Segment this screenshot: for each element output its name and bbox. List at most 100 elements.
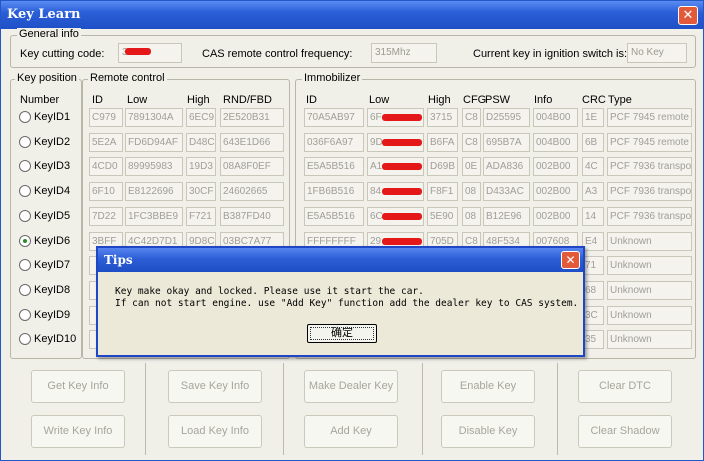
key-position-radio[interactable]: KeyID3 — [19, 160, 70, 173]
remote-cell[interactable]: 19D3 — [186, 157, 216, 177]
radio-circle-icon — [19, 308, 31, 321]
redaction-mark — [382, 114, 422, 121]
immobilizer-cell[interactable]: 1E — [582, 108, 604, 127]
immobilizer-cell[interactable]: Unknown — [607, 280, 692, 300]
immobilizer-cell[interactable]: C8 — [462, 132, 481, 152]
remote-cell[interactable]: 5E2A — [89, 132, 123, 152]
immobilizer-cell[interactable]: A3 — [582, 182, 604, 202]
key-position-radio[interactable]: KeyID8 — [19, 283, 70, 296]
key-position-radio[interactable]: KeyID4 — [19, 185, 70, 198]
cas-frequency-field[interactable]: 315Mhz — [371, 43, 437, 63]
immobilizer-cell[interactable]: 4C — [582, 157, 604, 177]
immobilizer-cell[interactable]: 5E90 — [427, 206, 458, 226]
immobilizer-cell[interactable]: 004B00 — [533, 108, 578, 127]
remote-cell[interactable]: 30CF — [186, 182, 216, 202]
remote-cell[interactable]: B387FD40 — [220, 206, 284, 226]
button-divider — [283, 363, 284, 455]
remote-cell[interactable]: D48C — [186, 132, 216, 152]
remote-cell[interactable]: 89995983 — [125, 157, 183, 177]
remote-cell[interactable]: 6F10 — [89, 182, 123, 202]
save-key-info-button[interactable]: Save Key Info — [168, 370, 262, 403]
immobilizer-cell[interactable]: 08 — [462, 206, 481, 226]
remote-cell[interactable]: 2E520B31 — [220, 108, 284, 127]
immobilizer-cell[interactable]: 036F6A97 — [304, 132, 364, 152]
immobilizer-cell[interactable]: Unknown — [607, 231, 692, 251]
immobilizer-cell[interactable]: 695B7A — [483, 132, 530, 152]
load-key-info-button[interactable]: Load Key Info — [168, 415, 262, 448]
remote-cell[interactable]: 7D22 — [89, 206, 123, 226]
key-position-radio[interactable]: KeyID2 — [19, 135, 71, 148]
immobilizer-cell[interactable]: PCF 7945 remote — [607, 108, 692, 127]
immobilizer-cell[interactable]: 35 — [582, 330, 604, 350]
remote-cell[interactable]: 1FC3BBE9 — [125, 206, 183, 226]
key-position-radio[interactable]: KeyID9 — [19, 308, 70, 321]
remote-cell[interactable]: 7891304A — [125, 108, 183, 127]
remote-cell[interactable]: 24602665 — [220, 182, 284, 202]
immobilizer-cell[interactable]: 004B00 — [533, 132, 578, 152]
dialog-close-icon[interactable]: ✕ — [561, 251, 580, 269]
immobilizer-cell[interactable]: 002B00 — [533, 206, 578, 226]
immobilizer-cell[interactable]: 68 — [582, 280, 604, 300]
remote-cell[interactable]: 643E1D66 — [220, 132, 284, 152]
immobilizer-cell[interactable]: PCF 7936 transpo — [607, 157, 692, 177]
immobilizer-cell[interactable]: B6FA — [427, 132, 458, 152]
remote-col-low: Low — [127, 94, 148, 106]
general-info-title: General info — [17, 28, 81, 40]
immo-col-low: Low — [369, 94, 390, 106]
key-position-label: KeyID2 — [34, 135, 71, 148]
immobilizer-cell[interactable]: 6B — [582, 132, 604, 152]
remote-cell[interactable]: C979 — [89, 108, 123, 127]
remote-cell[interactable]: 4CD0 — [89, 157, 123, 177]
immobilizer-cell[interactable]: B12E96 — [483, 206, 530, 226]
add-key-button[interactable]: Add Key — [304, 415, 398, 448]
immobilizer-cell[interactable]: E5A5B516 — [304, 157, 364, 177]
dialog-title: Tips — [98, 248, 583, 272]
immobilizer-cell[interactable]: 3715 — [427, 108, 458, 127]
key-position-radio[interactable]: KeyID5 — [19, 209, 70, 222]
immobilizer-cell[interactable]: PCF 7936 transpo — [607, 182, 692, 202]
immobilizer-cell[interactable]: E5A5B516 — [304, 206, 364, 226]
write-key-info-button[interactable]: Write Key Info — [31, 415, 125, 448]
clear-dtc-button[interactable]: Clear DTC — [578, 370, 672, 403]
disable-key-button[interactable]: Disable Key — [441, 415, 535, 448]
remote-cell[interactable]: FD6D94AF — [125, 132, 183, 152]
immobilizer-cell[interactable]: 002B00 — [533, 157, 578, 177]
immobilizer-cell[interactable]: Unknown — [607, 305, 692, 325]
dialog-message-line1: Key make okay and locked. Please use it … — [115, 286, 424, 297]
key-position-radio[interactable]: KeyID6 — [19, 234, 70, 247]
immobilizer-cell[interactable]: 71 — [582, 256, 604, 276]
close-icon[interactable]: ✕ — [678, 6, 698, 25]
immobilizer-cell[interactable]: PCF 7936 transpo — [607, 206, 692, 226]
ignition-key-field[interactable]: No Key — [627, 43, 687, 63]
immobilizer-cell[interactable]: C8 — [462, 108, 481, 127]
immobilizer-cell[interactable]: D433AC — [483, 182, 530, 202]
immo-col-crc: CRC — [582, 94, 606, 106]
immobilizer-cell[interactable]: 1FB6B516 — [304, 182, 364, 202]
immobilizer-cell[interactable]: 3C — [582, 305, 604, 325]
immobilizer-cell[interactable]: D25595 — [483, 108, 530, 127]
immobilizer-cell[interactable]: E4 — [582, 231, 604, 251]
immobilizer-cell[interactable]: Unknown — [607, 256, 692, 276]
remote-cell[interactable]: F721 — [186, 206, 216, 226]
key-position-radio[interactable]: KeyID1 — [19, 111, 70, 123]
immobilizer-cell[interactable]: 002B00 — [533, 182, 578, 202]
immobilizer-cell[interactable]: 08 — [462, 182, 481, 202]
remote-cell[interactable]: 08A8F0EF — [220, 157, 284, 177]
immobilizer-cell[interactable]: F8F1 — [427, 182, 458, 202]
immobilizer-cell[interactable]: PCF 7945 remote — [607, 132, 692, 152]
immobilizer-cell[interactable]: 14 — [582, 206, 604, 226]
immobilizer-cell[interactable]: Unknown — [607, 330, 692, 350]
enable-key-button[interactable]: Enable Key — [441, 370, 535, 403]
ok-button[interactable]: 确定 — [307, 324, 377, 343]
clear-shadow-button[interactable]: Clear Shadow — [578, 415, 672, 448]
immobilizer-cell[interactable]: 0E — [462, 157, 481, 177]
remote-cell[interactable]: E8122696 — [125, 182, 183, 202]
get-key-info-button[interactable]: Get Key Info — [31, 370, 125, 403]
key-position-radio[interactable]: KeyID10 — [19, 333, 76, 346]
remote-cell[interactable]: 6EC9 — [186, 108, 216, 127]
immobilizer-cell[interactable]: D69B — [427, 157, 458, 177]
immobilizer-cell[interactable]: 70A5AB97 — [304, 108, 364, 127]
make-dealer-key-button[interactable]: Make Dealer Key — [304, 370, 398, 403]
key-position-radio[interactable]: KeyID7 — [19, 259, 70, 272]
immobilizer-cell[interactable]: ADA836 — [483, 157, 530, 177]
